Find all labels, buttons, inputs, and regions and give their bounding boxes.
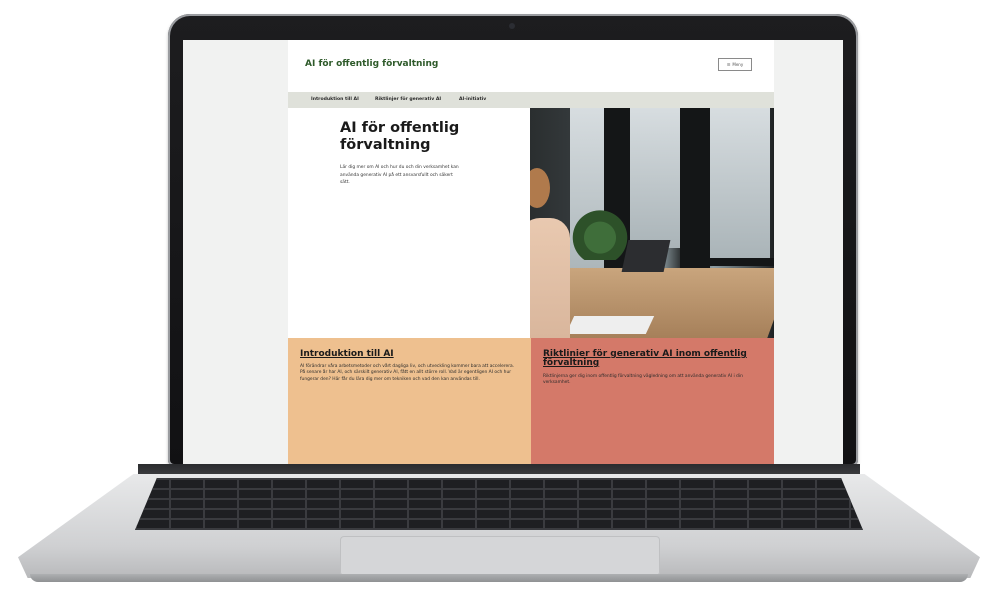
nav-item-introduction[interactable]: Introduktion till AI — [311, 97, 359, 102]
hero-image — [530, 108, 774, 338]
hamburger-icon: ☰ — [726, 62, 731, 67]
photo-window-pane — [630, 108, 680, 248]
laptop-keyboard — [135, 478, 863, 530]
laptop-base-edge — [30, 574, 968, 582]
photo-person-hair — [530, 168, 550, 208]
menu-button-label: Meny — [732, 62, 744, 67]
photo-person — [530, 218, 570, 338]
webcam-icon — [509, 23, 515, 29]
site-title-link[interactable]: AI för offentlig förvaltning — [305, 59, 438, 69]
hero-text: Lär dig mer om AI och hur du och din ver… — [340, 165, 459, 186]
card-introduction-title[interactable]: Introduktion till AI — [300, 350, 520, 359]
main-navigation: Introduktion till AI Riktlinjer för gene… — [288, 92, 774, 108]
nav-item-guidelines[interactable]: Riktlinjer för generativ AI — [375, 97, 441, 102]
card-introduction-text: AI förändrar våra arbetsmetoder och vårt… — [300, 364, 515, 382]
hero-title: AI för offentlig förvaltning — [340, 120, 460, 153]
card-guidelines-title[interactable]: Riktlinier för generativ AI inom offentl… — [543, 350, 763, 368]
photo-window-frame — [680, 258, 774, 266]
card-introduction[interactable]: Introduktion till AI AI förändrar våra a… — [288, 338, 531, 464]
laptop-trackpad — [340, 536, 660, 576]
photo-plant — [570, 204, 630, 260]
card-guidelines-text: Riktlinjerna ger dig inom offentlig förv… — [543, 374, 743, 386]
site-header: AI för offentlig förvaltning ☰ Meny — [288, 40, 774, 92]
menu-button[interactable]: ☰ Meny — [718, 58, 752, 71]
nav-item-initiatives[interactable]: AI-initiativ — [459, 97, 486, 102]
card-guidelines[interactable]: Riktlinier för generativ AI inom offentl… — [531, 338, 774, 464]
photo-window-pane — [710, 108, 770, 258]
laptop-lid: AI för offentlig förvaltning ☰ Meny Intr… — [168, 14, 858, 466]
laptop-screen: AI för offentlig förvaltning ☰ Meny Intr… — [183, 40, 843, 464]
photo-laptop — [621, 240, 671, 272]
photo-papers — [565, 316, 655, 334]
website-page: AI för offentlig förvaltning ☰ Meny Intr… — [288, 40, 774, 464]
